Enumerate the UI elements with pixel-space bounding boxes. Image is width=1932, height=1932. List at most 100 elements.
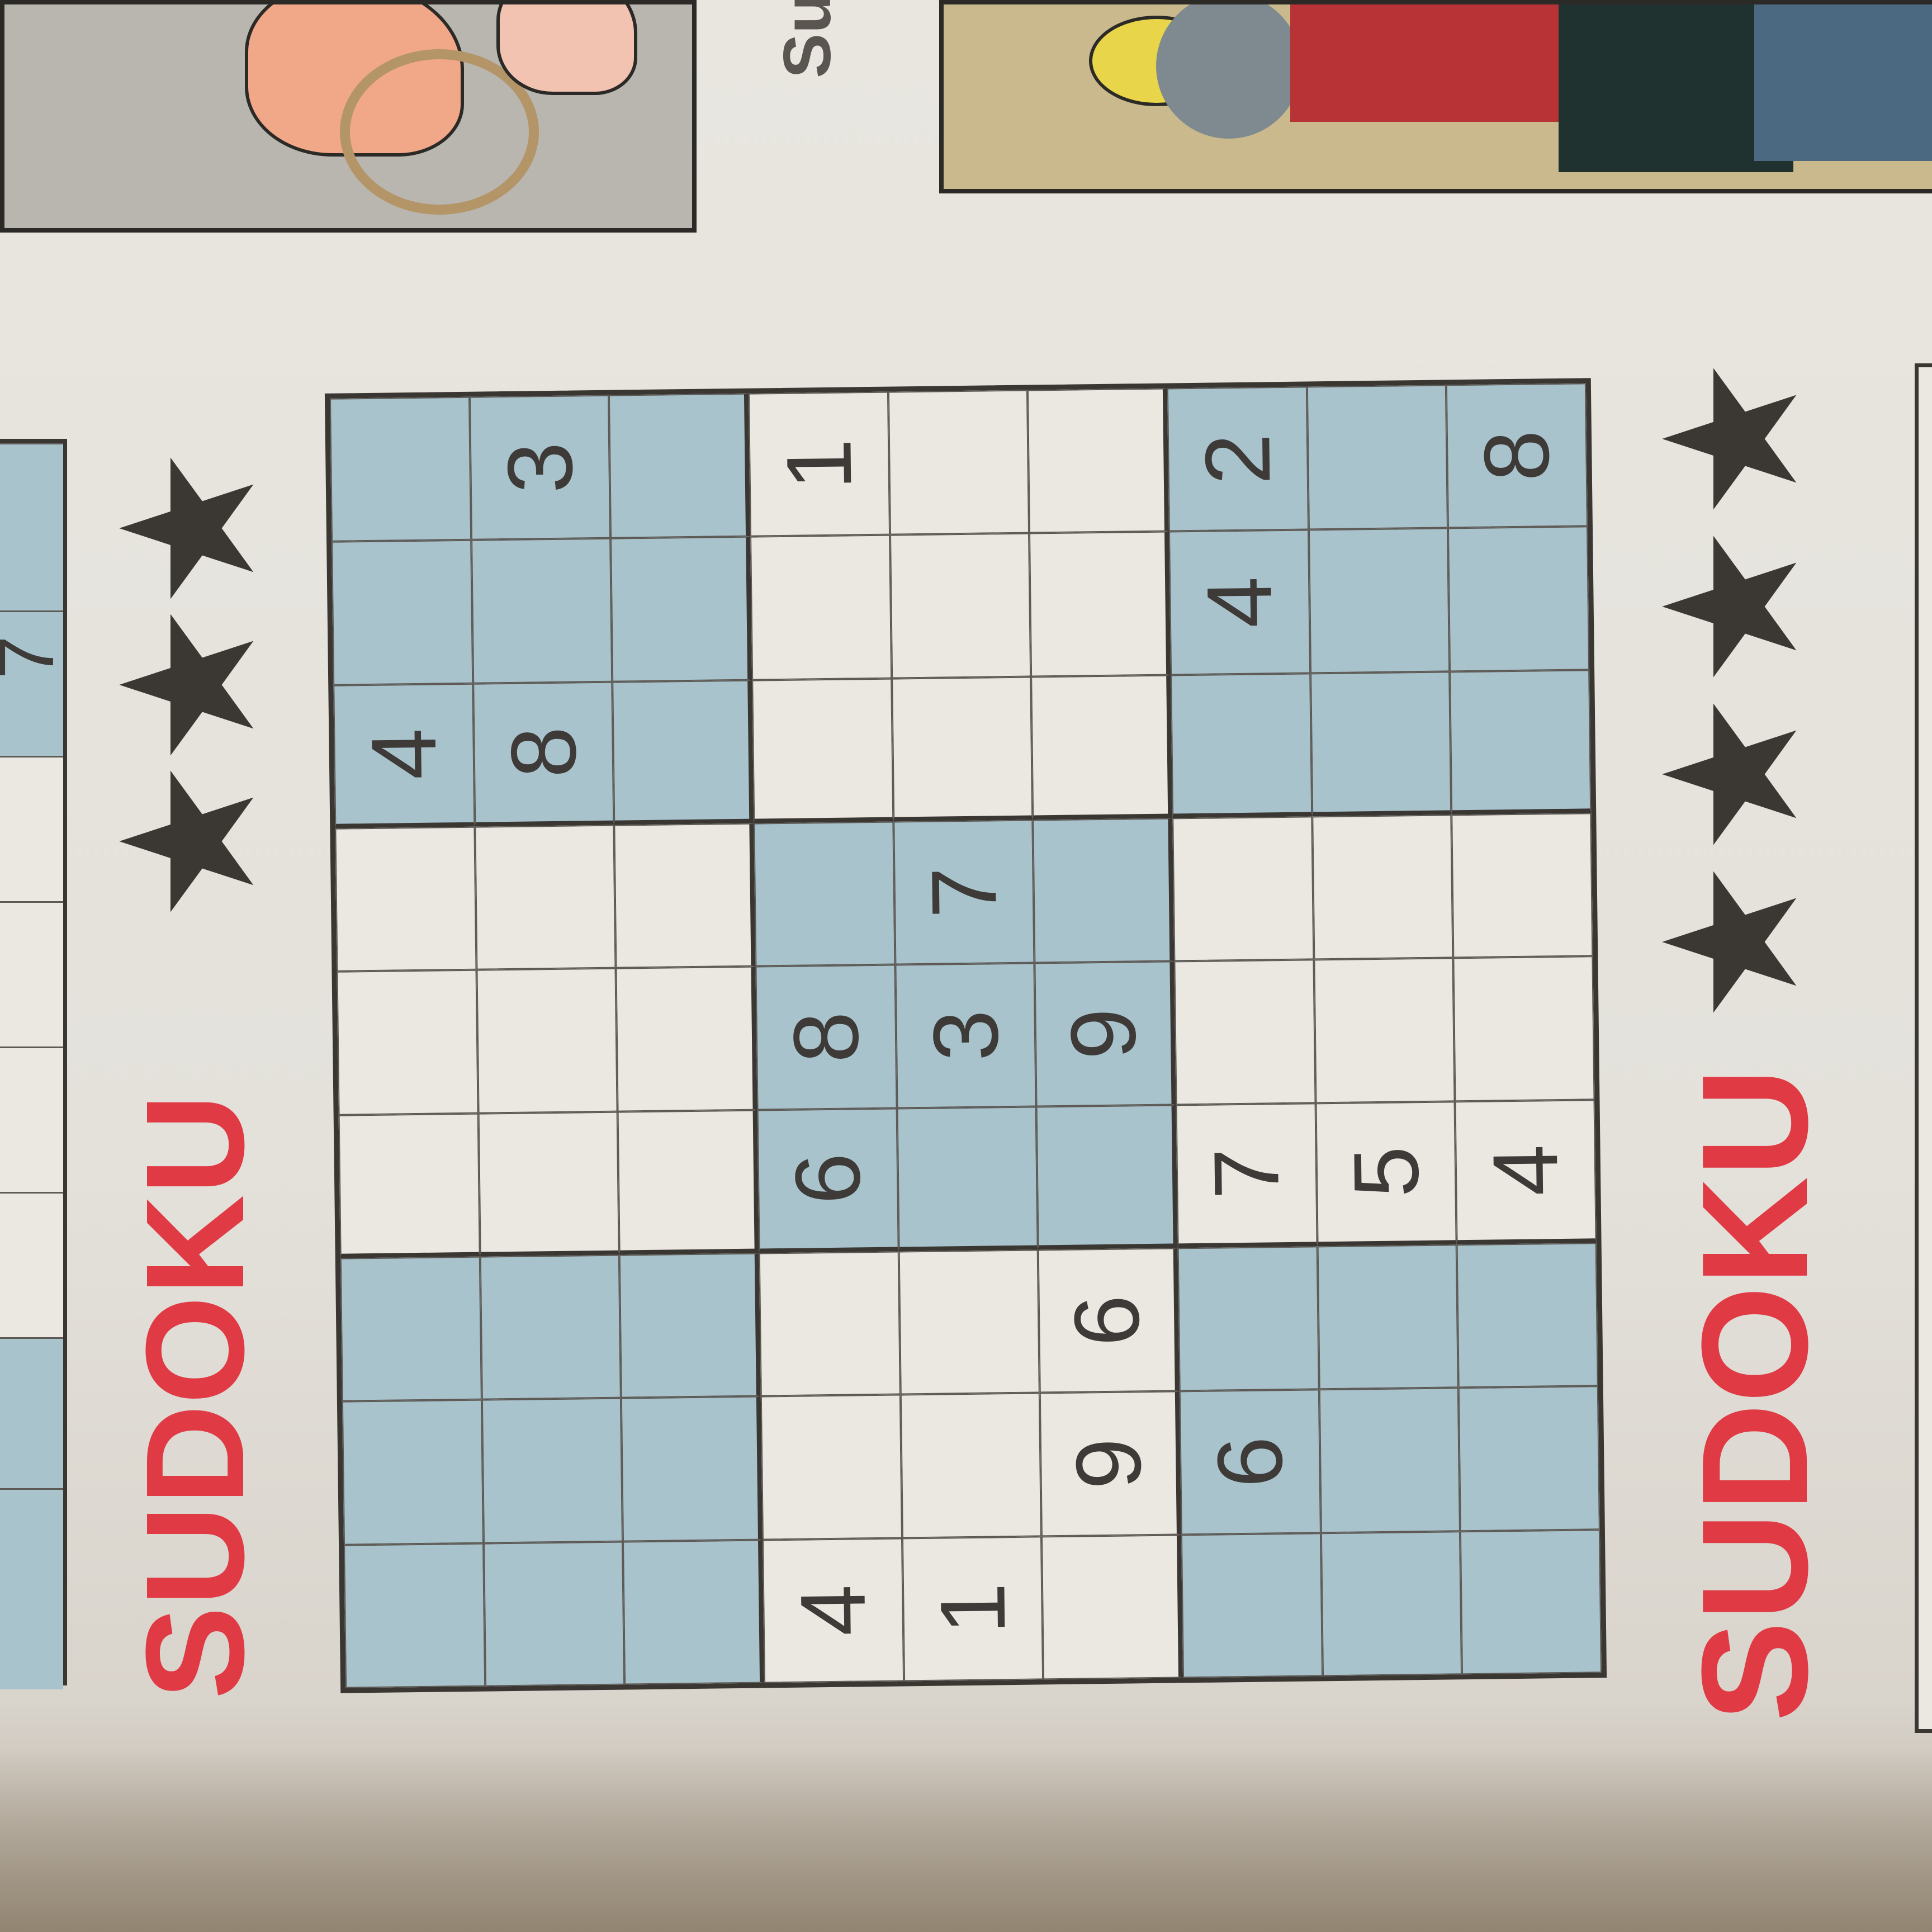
- sudoku-cell[interactable]: [754, 821, 896, 967]
- sudoku-cell[interactable]: 4: [1169, 529, 1310, 675]
- edge-cell: [0, 1337, 63, 1488]
- sudoku-cell[interactable]: [344, 1543, 485, 1688]
- sudoku-digit: 8: [1465, 429, 1569, 482]
- sudoku-cell[interactable]: [335, 826, 477, 972]
- sudoku-cell[interactable]: [1029, 531, 1171, 677]
- sudoku-cell[interactable]: [1036, 1105, 1178, 1250]
- sudoku-cell[interactable]: [889, 533, 1031, 679]
- sudoku-cell[interactable]: [1319, 1388, 1461, 1533]
- sudoku-cell[interactable]: [1041, 1535, 1183, 1680]
- sudoku-cell[interactable]: 9: [1040, 1391, 1181, 1537]
- sudoku-cell[interactable]: [609, 393, 751, 539]
- sudoku-cell[interactable]: 4: [1455, 1099, 1597, 1245]
- sudoku-cell[interactable]: [1459, 1386, 1600, 1531]
- sudoku-cell[interactable]: [619, 1253, 761, 1398]
- sudoku-cell[interactable]: [759, 1251, 901, 1396]
- sudoku-cell[interactable]: 2: [1167, 386, 1309, 532]
- edge-cell: [0, 1046, 63, 1192]
- sudoku-cell[interactable]: [1177, 1246, 1319, 1391]
- sudoku-cell[interactable]: 3: [469, 395, 611, 541]
- sudoku-cell[interactable]: [1033, 818, 1175, 963]
- sudoku-cell[interactable]: [338, 1113, 480, 1258]
- sudoku-cell[interactable]: [329, 396, 471, 542]
- sudoku-cell[interactable]: 1: [748, 391, 890, 537]
- sudoku-cell[interactable]: [617, 1110, 759, 1255]
- sudoku-digit: 6: [1198, 1436, 1302, 1489]
- sudoku-cell[interactable]: [1311, 815, 1453, 960]
- sudoku-cell[interactable]: [340, 1256, 482, 1402]
- sudoku-cell[interactable]: [888, 390, 1030, 535]
- sudoku-cell[interactable]: 6: [1038, 1248, 1180, 1393]
- sudoku-cell[interactable]: [612, 680, 754, 825]
- sudoku-cell[interactable]: 8: [472, 681, 614, 827]
- sudoku-cell[interactable]: 6: [1179, 1389, 1321, 1535]
- sudoku-cell[interactable]: [1451, 813, 1593, 958]
- sudoku-cell[interactable]: [897, 1106, 1039, 1252]
- sudoku-cell[interactable]: [610, 536, 752, 682]
- sudoku-cell[interactable]: 9: [1034, 961, 1176, 1107]
- sudoku-cell[interactable]: [1460, 1529, 1602, 1675]
- sudoku-cell[interactable]: [1456, 1243, 1598, 1388]
- sudoku-cell[interactable]: [752, 678, 893, 823]
- sudoku-cell[interactable]: [342, 1399, 484, 1545]
- star-icon: ★: [1628, 356, 1835, 522]
- sudoku-cell[interactable]: [1027, 388, 1169, 533]
- comic-hand-2: [496, 4, 637, 95]
- sudoku-cell[interactable]: [623, 1540, 765, 1685]
- sudoku-cell[interactable]: [1314, 958, 1455, 1104]
- sudoku-cell[interactable]: [1448, 526, 1590, 672]
- sudoku-cell[interactable]: [1031, 675, 1173, 820]
- sudoku-cell[interactable]: 3: [895, 963, 1036, 1109]
- sudoku-cell[interactable]: [1172, 816, 1314, 962]
- sudoku-cell[interactable]: [615, 966, 757, 1112]
- sudoku-cell[interactable]: [614, 823, 756, 968]
- sudoku-cell[interactable]: [1450, 669, 1592, 815]
- sudoku-cell[interactable]: [1310, 671, 1452, 817]
- sudoku-cell[interactable]: [1171, 673, 1312, 818]
- sudoku-cell[interactable]: [898, 1249, 1040, 1395]
- sudoku-cell[interactable]: [750, 534, 892, 680]
- sudoku-cell[interactable]: [900, 1393, 1042, 1538]
- sudoku-cell[interactable]: [481, 1398, 623, 1543]
- sudoku-cell[interactable]: [480, 1254, 622, 1400]
- sudoku-digit: 4: [781, 1584, 885, 1637]
- sudoku-cell[interactable]: 8: [1446, 383, 1588, 528]
- sudoku-cell[interactable]: [1181, 1532, 1323, 1678]
- sudoku-cell[interactable]: 8: [755, 964, 897, 1110]
- edge-cell: 7: [0, 610, 70, 756]
- sudoku-cell[interactable]: [483, 1541, 625, 1687]
- sudoku-cell[interactable]: [1308, 528, 1450, 674]
- sudoku-digit: 4: [1474, 1144, 1578, 1197]
- sudoku-cell[interactable]: [337, 970, 479, 1115]
- sudoku-digit: 8: [491, 726, 595, 779]
- sudoku-digit: 9: [1057, 1437, 1161, 1490]
- sudoku-cell[interactable]: 5: [1315, 1101, 1457, 1247]
- sudoku-cell[interactable]: [476, 968, 618, 1114]
- sudoku-cell[interactable]: [1317, 1244, 1459, 1390]
- sudoku-cell[interactable]: 6: [757, 1108, 899, 1253]
- sudoku-digit: 1: [920, 1582, 1025, 1635]
- edge-cell: [0, 1192, 63, 1337]
- sudoku-cell[interactable]: [478, 1111, 620, 1257]
- edge-cell: [0, 443, 63, 610]
- sudoku-label-bottom: SUDOKU: [1671, 1067, 1839, 1722]
- sudoku-cell[interactable]: [1453, 956, 1595, 1101]
- sudoku-cell[interactable]: [891, 676, 1033, 822]
- sudoku-cell[interactable]: 7: [1176, 1103, 1318, 1248]
- sudoku-cell[interactable]: 4: [333, 683, 475, 828]
- star-icon: ★: [85, 602, 292, 768]
- sudoku-digit: 7: [912, 866, 1016, 919]
- sudoku-cell[interactable]: 1: [902, 1536, 1044, 1682]
- sudoku-cell[interactable]: [471, 538, 613, 684]
- sudoku-cell[interactable]: [475, 825, 616, 970]
- sudoku-cell[interactable]: [1320, 1531, 1462, 1677]
- sudoku-cell[interactable]: [621, 1396, 763, 1542]
- sudoku-cell[interactable]: [1306, 385, 1448, 530]
- star-icon: ★: [1628, 692, 1835, 857]
- sudoku-cell[interactable]: 7: [893, 820, 1035, 965]
- sudoku-cell[interactable]: [332, 540, 473, 685]
- sudoku-cell[interactable]: [760, 1394, 902, 1540]
- sudoku-cell[interactable]: 4: [762, 1538, 904, 1683]
- sudoku-cell[interactable]: [1174, 959, 1316, 1105]
- star-icon: ★: [1628, 524, 1835, 689]
